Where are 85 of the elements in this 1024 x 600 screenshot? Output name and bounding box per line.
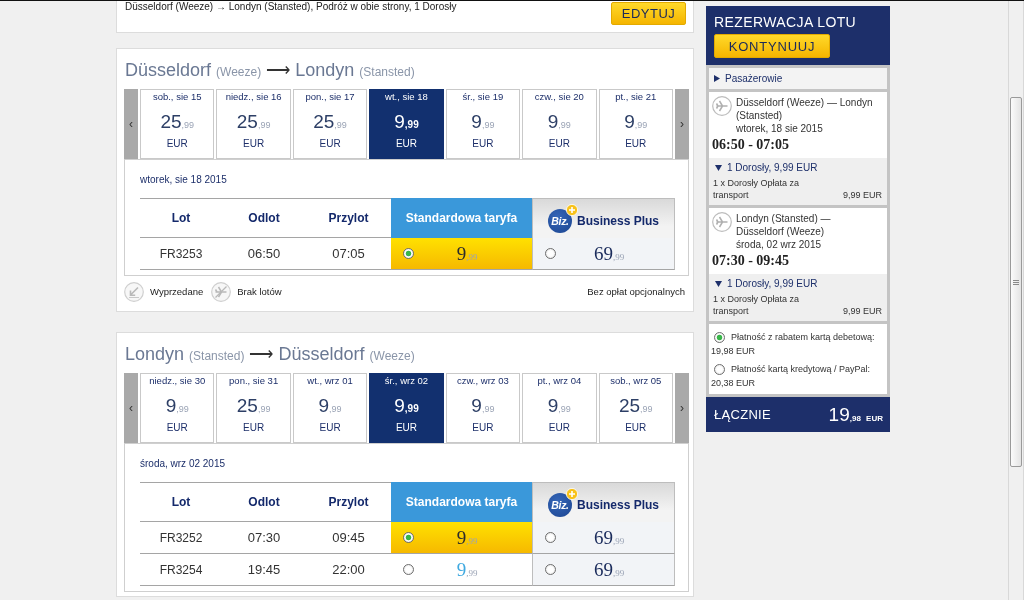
- legend-label: Brak lotów: [237, 286, 282, 297]
- total-amount: 19,98 EUR: [828, 403, 883, 426]
- radio-button[interactable]: [403, 564, 414, 575]
- flight-number: FR3253: [140, 238, 222, 270]
- biz-logo: Biz.: [548, 492, 572, 517]
- date-tab[interactable]: sob., wrz 05 25,99 EUR: [598, 373, 673, 443]
- scrollbar-thumb[interactable]: [1010, 97, 1022, 467]
- biz-logo: Biz.: [548, 208, 572, 233]
- radio-button[interactable]: [403, 248, 414, 259]
- route-title: Londyn (Stansted) ⟶ Düsseldorf (Weeze): [124, 343, 416, 365]
- fare-price: 9,99: [455, 526, 479, 549]
- flight-time: 06:50 - 07:05: [712, 136, 790, 153]
- panel-title: REZERWACJA LOTU: [714, 14, 858, 31]
- fare-price: 69,99: [592, 242, 626, 265]
- payment-label: Płatność z rabatem kartą debetową:: [731, 331, 875, 343]
- date-tab[interactable]: wt., sie 18 9,99 EUR: [369, 89, 444, 159]
- flight-time: 07:30 - 09:45: [712, 252, 790, 269]
- date-tab[interactable]: sob., sie 15 25,99 EUR: [140, 89, 215, 159]
- column-header: Business Plus: [577, 497, 659, 512]
- next-dates-button[interactable]: ›: [674, 373, 689, 443]
- radio-button[interactable]: [545, 532, 556, 543]
- payment-amount: 20,38 EUR: [711, 377, 757, 389]
- radio-button[interactable]: [714, 363, 725, 375]
- flight-date: środa, 02 wrz 2015: [736, 238, 823, 251]
- flight-number: FR3254: [140, 554, 222, 586]
- legend-label: Wyprzedane: [150, 286, 204, 297]
- flight-route: Londyn (Stansted) — Düsseldorf (Weeze): [736, 212, 832, 238]
- fare-item: 1 x Dorosły Opłata za transport: [713, 177, 801, 201]
- plane-icon: [712, 96, 732, 116]
- fare-toggle[interactable]: 1 Dorosły, 9,99 EUR: [713, 162, 882, 174]
- column-header: Odlot: [222, 198, 306, 238]
- trip-summary: Düsseldorf (Weeze) → Londyn (Stansted), Podróż w obie strony, 1 Dorosły: [125, 1, 457, 12]
- date-tab[interactable]: niedz., sie 16 25,99 EUR: [216, 89, 291, 159]
- column-header: Standardowa taryfa: [391, 482, 532, 522]
- departure-time: 07:30: [222, 522, 306, 554]
- radio-button[interactable]: [714, 331, 725, 343]
- payment-amount: 19,98 EUR: [711, 345, 757, 357]
- plus-icon: [566, 203, 578, 216]
- date-tab[interactable]: czw., sie 20 9,99 EUR: [522, 89, 597, 159]
- fare-item: 1 x Dorosły Opłata za transport: [713, 293, 801, 317]
- continue-button[interactable]: KONTYNUUJ: [714, 34, 830, 58]
- crossed-plane-icon: [211, 281, 232, 302]
- passengers-toggle[interactable]: Pasażerowie: [709, 68, 887, 89]
- date-tab[interactable]: pon., sie 17 25,99 EUR: [292, 89, 368, 159]
- fare-amount: 9,99 EUR: [842, 305, 882, 317]
- previous-dates-button[interactable]: ‹: [124, 89, 138, 159]
- date-heading: środa, wrz 02 2015: [140, 458, 227, 470]
- column-header: Odlot: [222, 482, 306, 522]
- payment-label: Płatność kartą kredytową / PayPal:: [731, 363, 871, 375]
- radio-button[interactable]: [545, 564, 556, 575]
- plus-icon: [566, 487, 578, 500]
- radio-button[interactable]: [403, 532, 414, 543]
- fare-price: 9,99: [455, 558, 479, 581]
- departure-time: 06:50: [222, 238, 306, 270]
- departure-time: 19:45: [222, 554, 306, 586]
- route-title: Düsseldorf (Weeze) ⟶ Londyn (Stansted): [124, 59, 416, 81]
- flight-route: Düsseldorf (Weeze) — Londyn (Stansted): [736, 96, 874, 122]
- column-header: Business Plus: [577, 213, 659, 228]
- edit-button[interactable]: EDYTUJ: [611, 2, 686, 25]
- total-label: ŁĄCZNIE: [714, 407, 771, 422]
- previous-dates-button[interactable]: ‹: [124, 373, 138, 443]
- column-header: Lot: [140, 198, 222, 238]
- fare-price: 69,99: [592, 558, 626, 581]
- column-header: Standardowa taryfa: [391, 198, 532, 238]
- fee-note: Bez opłat opcjonalnych: [587, 286, 685, 297]
- date-heading: wtorek, sie 18 2015: [140, 174, 228, 186]
- date-tab[interactable]: niedz., sie 30 9,99 EUR: [140, 373, 215, 443]
- date-tab[interactable]: czw., wrz 03 9,99 EUR: [445, 373, 521, 443]
- flight-date: wtorek, 18 sie 2015: [736, 122, 824, 135]
- flight-number: FR3252: [140, 522, 222, 554]
- plane-icon: [712, 212, 732, 232]
- date-tab[interactable]: pon., sie 31 25,99 EUR: [216, 373, 291, 443]
- date-tab[interactable]: pt., sie 21 9,99 EUR: [598, 89, 673, 159]
- date-tab[interactable]: śr., wrz 02 9,99 EUR: [369, 373, 444, 443]
- arrow-circle-icon: [124, 281, 144, 302]
- date-tab[interactable]: wt., wrz 01 9,99 EUR: [292, 373, 368, 443]
- fare-price: 69,99: [592, 526, 626, 549]
- fare-toggle[interactable]: 1 Dorosły, 9,99 EUR: [713, 278, 882, 290]
- radio-button[interactable]: [545, 248, 556, 259]
- date-tab[interactable]: śr., sie 19 9,99 EUR: [445, 89, 521, 159]
- column-header: Lot: [140, 482, 222, 522]
- fare-amount: 9,99 EUR: [842, 189, 882, 201]
- fare-price: 9,99: [455, 242, 479, 265]
- next-dates-button[interactable]: ›: [674, 89, 689, 159]
- date-tab[interactable]: pt., wrz 04 9,99 EUR: [522, 373, 597, 443]
